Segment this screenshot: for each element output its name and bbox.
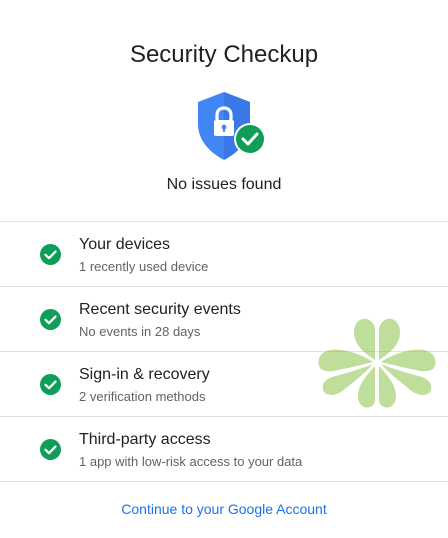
check-circle-icon [40, 439, 61, 460]
list-item-your-devices[interactable]: Your devices 1 recently used device [0, 221, 448, 286]
item-subtitle: 2 verification methods [79, 389, 206, 404]
continue-to-account-link[interactable]: Continue to your Google Account [0, 499, 448, 519]
item-title: Sign-in & recovery [79, 366, 210, 383]
check-circle-icon [40, 244, 61, 265]
item-subtitle: 1 app with low-risk access to your data [79, 454, 303, 469]
checkup-list: Your devices 1 recently used device Rece… [0, 221, 448, 482]
security-checkup-header: Security Checkup No issues found [0, 0, 448, 221]
list-item-third-party-access[interactable]: Third-party access 1 app with low-risk a… [0, 416, 448, 482]
status-text: No issues found [166, 176, 282, 193]
item-title: Third-party access [79, 431, 211, 448]
item-subtitle: 1 recently used device [79, 259, 209, 274]
check-circle-icon [40, 374, 61, 395]
list-item-sign-in-recovery[interactable]: Sign-in & recovery 2 verification method… [0, 351, 448, 416]
check-circle-icon [40, 309, 61, 330]
item-title: Your devices [79, 236, 171, 253]
list-item-recent-security-events[interactable]: Recent security events No events in 28 d… [0, 286, 448, 351]
item-subtitle: No events in 28 days [79, 324, 201, 339]
page-title: Security Checkup [129, 41, 319, 68]
shield-lock-icon [196, 90, 268, 162]
item-title: Recent security events [79, 301, 241, 318]
